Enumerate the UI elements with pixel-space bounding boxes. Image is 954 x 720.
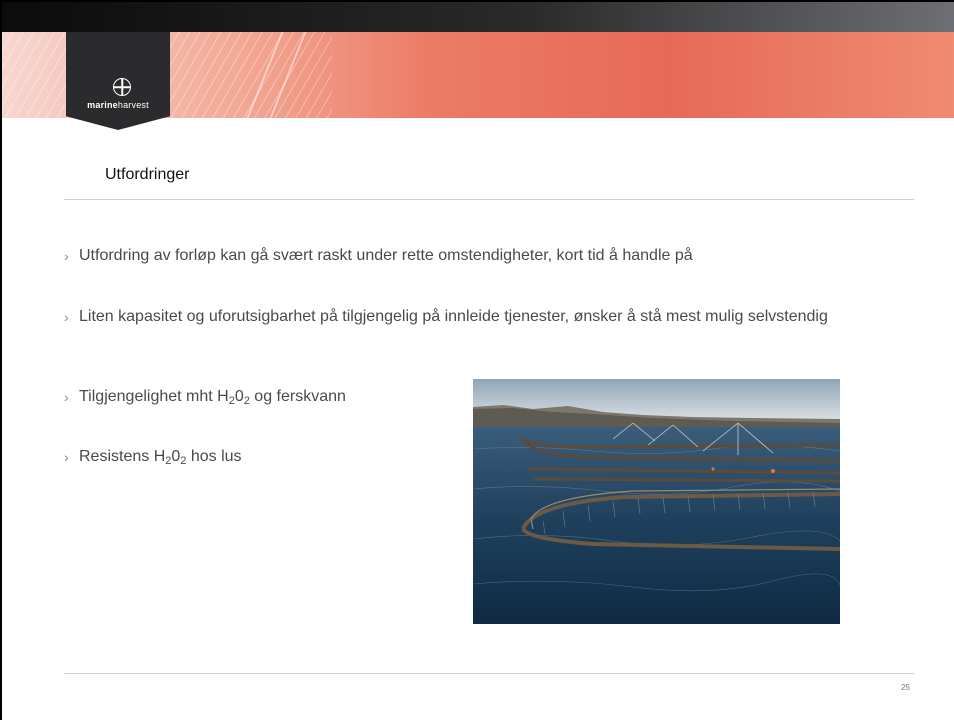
bullet-chevron-icon: › xyxy=(64,449,69,465)
bullet-chevron-icon: › xyxy=(64,309,69,325)
company-logo: marineharvest xyxy=(66,32,170,130)
bullet-chevron-icon: › xyxy=(64,389,69,405)
bullet-text: Tilgjengelighet mht H202 og ferskvann xyxy=(79,388,346,407)
slide: marineharvest Utfordringer › Utfordring … xyxy=(0,0,954,720)
globe-icon xyxy=(113,78,131,96)
bullet-text: Utfordring av forløp kan gå svært raskt … xyxy=(79,247,693,264)
fish-farm-illustration xyxy=(473,379,840,624)
top-bar xyxy=(2,2,954,32)
bullet-item: › Tilgjengelighet mht H202 og ferskvann xyxy=(64,387,464,409)
bullet-item: › Resistens H202 hos lus xyxy=(64,447,464,469)
bullet-item: › Liten kapasitet og uforutsigbarhet på … xyxy=(64,307,914,351)
bullet-text: Liten kapasitet og uforutsigbarhet på ti… xyxy=(79,308,828,325)
bullet-item: › Utfordring av forløp kan gå svært rask… xyxy=(64,246,914,268)
logo-wordmark: marineharvest xyxy=(87,100,149,110)
divider xyxy=(64,199,914,200)
section-title: Utfordringer xyxy=(105,166,190,183)
bullet-text: Resistens H202 hos lus xyxy=(79,448,242,467)
footer-divider xyxy=(64,673,914,674)
fish-farm-photo xyxy=(473,379,840,624)
bullet-chevron-icon: › xyxy=(64,248,69,264)
page-number: 25 xyxy=(901,683,910,692)
